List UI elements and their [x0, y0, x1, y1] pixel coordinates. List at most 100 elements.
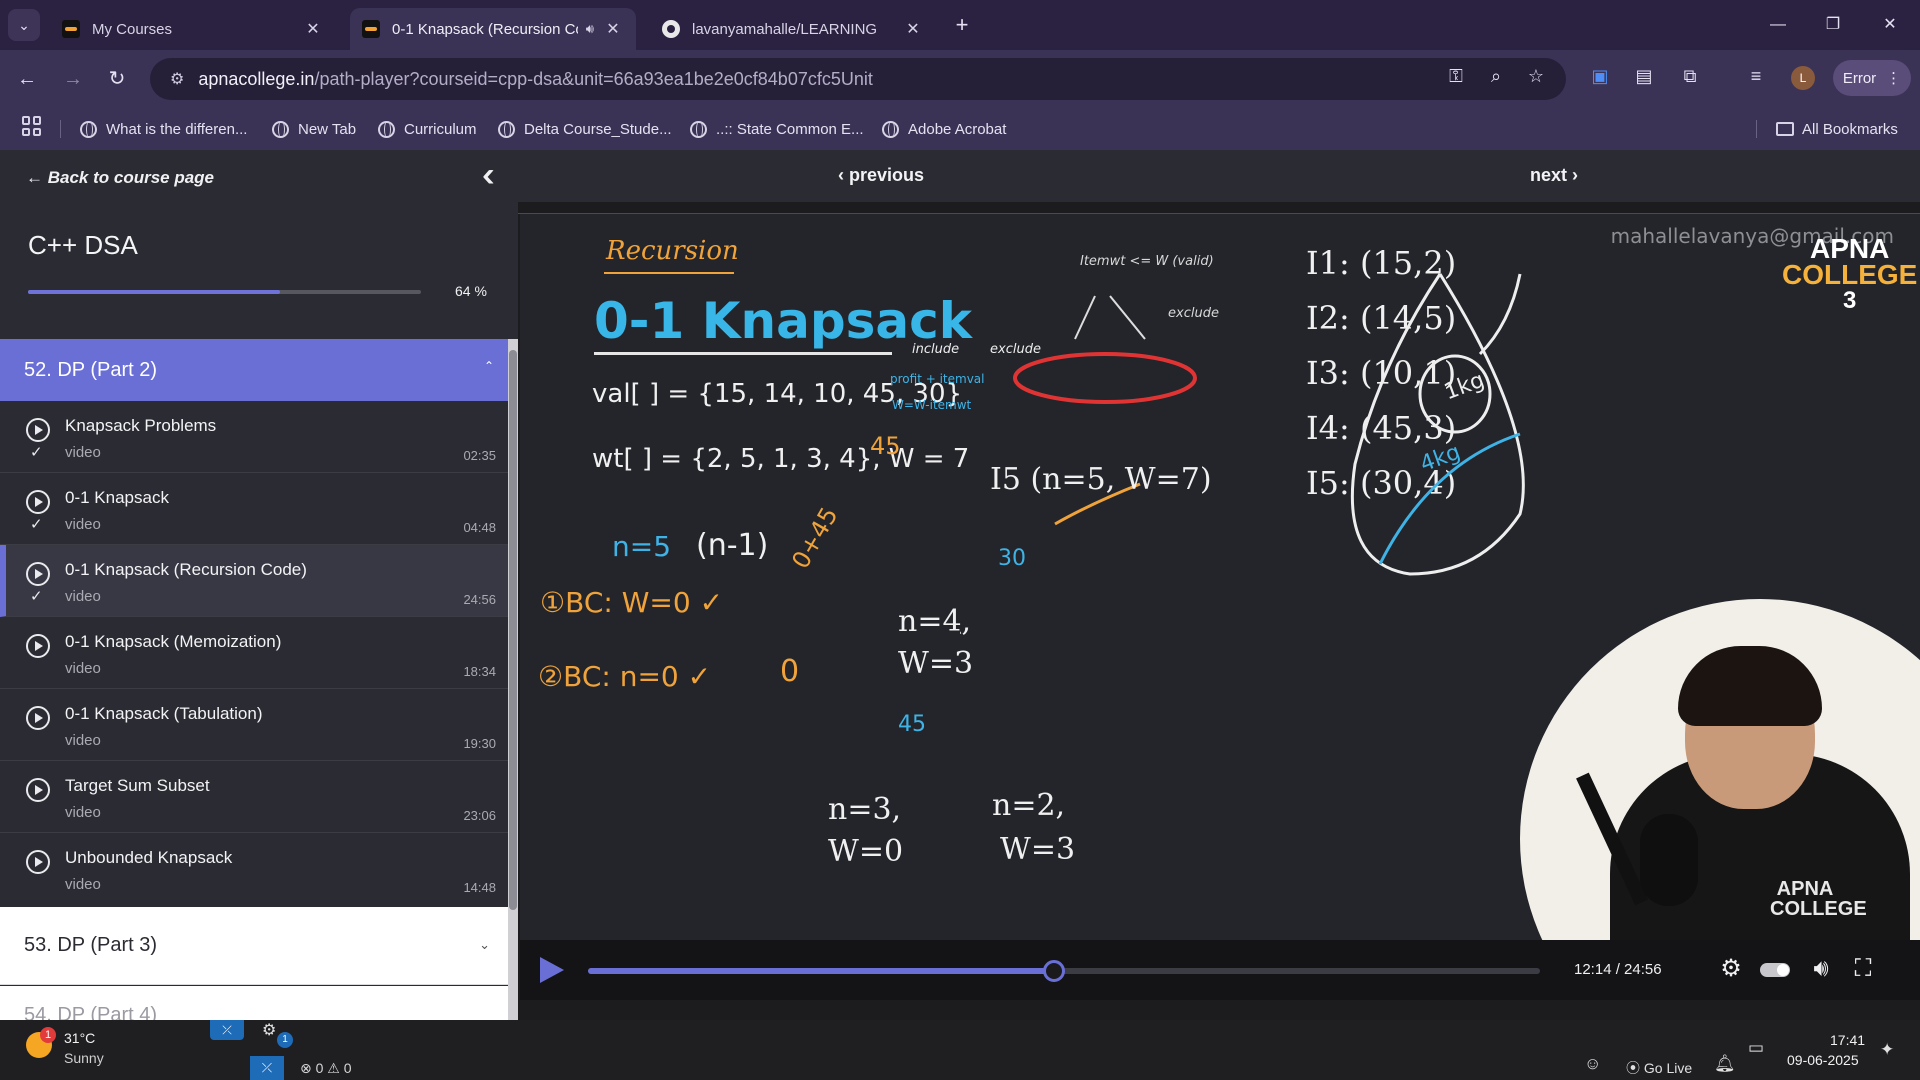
- settings-gear-icon[interactable]: ⚙: [1716, 954, 1746, 984]
- extension-doc-icon[interactable]: ▣: [1586, 62, 1614, 90]
- section-title: 53. DP (Part 3): [24, 934, 158, 956]
- clock-time: 17:41: [1830, 1032, 1866, 1048]
- remote-status-button[interactable]: ⤫: [250, 1056, 284, 1080]
- lesson-item[interactable]: Knapsack Problems ✓ video 02:35: [0, 401, 508, 473]
- site-info-icon[interactable]: ⚙: [170, 69, 184, 89]
- lesson-item[interactable]: Unbounded Knapsack video 14:48: [0, 833, 508, 905]
- lesson-title: Target Sum Subset: [65, 776, 210, 795]
- lesson-item[interactable]: 0-1 Knapsack (Memoization) video 18:34: [0, 617, 508, 689]
- bookmark-item[interactable]: Adobe Acrobat: [882, 116, 1006, 142]
- bookmark-item[interactable]: New Tab: [272, 116, 356, 142]
- speaker-icon[interactable]: 🔊︎: [586, 21, 594, 37]
- profile-avatar[interactable]: L: [1791, 66, 1815, 90]
- extension-folder-icon[interactable]: ▤: [1630, 62, 1658, 90]
- bookmark-item[interactable]: ..:: State Common E...: [690, 116, 864, 142]
- close-icon[interactable]: ✕: [302, 19, 324, 39]
- notification-bell-icon[interactable]: 🔔︎: [1714, 1054, 1736, 1074]
- bookmark-item[interactable]: Delta Course_Stude...: [498, 116, 672, 142]
- tab-my-courses[interactable]: My Courses ✕: [50, 8, 336, 50]
- course-sidebar: ← Back to course page ‹‹ C++ DSA 64 % 52…: [0, 150, 518, 1020]
- previous-label: previous: [849, 165, 925, 185]
- next-label: next: [1530, 165, 1568, 185]
- autoplay-toggle-icon[interactable]: [1760, 963, 1790, 977]
- course-title: C++ DSA: [28, 230, 138, 260]
- tab-strip: ⌄ My Courses ✕ 0-1 Knapsack (Recursion C…: [0, 0, 1920, 50]
- next-lesson-link[interactable]: next ›: [1530, 165, 1578, 186]
- tab-github-learning[interactable]: lavanyamahalle/LEARNING ✕: [650, 8, 936, 50]
- close-window-button[interactable]: ✕: [1870, 10, 1910, 40]
- apps-grid-icon[interactable]: [22, 116, 42, 136]
- play-circle-icon: [26, 490, 50, 514]
- remote-indicator-icon[interactable]: ⤫: [210, 1020, 244, 1040]
- chevron-up-icon: ⌃: [483, 359, 494, 373]
- video-frame[interactable]: mahallelavanya@gmail.com Recursion 0-1 K…: [520, 214, 1920, 940]
- leaf-left-w: W=0: [828, 834, 904, 869]
- lesson-item-active[interactable]: 0-1 Knapsack (Recursion Code) ✓ video 24…: [0, 545, 508, 617]
- play-circle-icon: [26, 850, 50, 874]
- reload-icon: ↻: [108, 68, 126, 90]
- weather-condition: Sunny: [64, 1050, 104, 1066]
- section-title: 54. DP (Part 4): [24, 1004, 158, 1020]
- bookmark-item[interactable]: Curriculum: [378, 116, 477, 142]
- close-icon[interactable]: ✕: [602, 19, 624, 39]
- collapse-sidebar-icon[interactable]: ‹‹: [482, 158, 512, 192]
- media-queue-icon[interactable]: ≡: [1742, 62, 1770, 90]
- previous-lesson-link[interactable]: ‹ previous: [838, 165, 924, 186]
- new-tab-button[interactable]: +: [949, 12, 975, 38]
- back-to-course-link[interactable]: ← Back to course page: [26, 168, 214, 188]
- play-icon[interactable]: [540, 957, 564, 983]
- value-45: 45: [898, 712, 926, 737]
- sidebar-scrollbar-thumb[interactable]: [509, 350, 517, 910]
- zoom-icon[interactable]: ⌕: [1480, 60, 1512, 92]
- bookmark-star-icon[interactable]: ☆: [1520, 60, 1552, 92]
- go-live-button[interactable]: ⦿ Go Live: [1626, 1058, 1692, 1078]
- all-bookmarks-button[interactable]: All Bookmarks: [1776, 116, 1898, 142]
- error-menu-button[interactable]: Error ⋮: [1833, 60, 1911, 96]
- tab-search-button[interactable]: ⌄: [8, 9, 40, 41]
- lesson-type: video: [65, 660, 101, 677]
- chevron-down-icon: ⌄: [18, 16, 30, 33]
- lesson-title: Knapsack Problems: [65, 416, 217, 435]
- problems-indicator[interactable]: ⊗ 0 ⚠ 0: [300, 1060, 352, 1077]
- section-header-dp-part-2[interactable]: 52. DP (Part 2) ⌃: [0, 339, 508, 401]
- play-circle-icon: [26, 562, 50, 586]
- tab-title: lavanyamahalle/LEARNING: [692, 20, 878, 38]
- lesson-duration: 18:34: [463, 664, 496, 679]
- seek-handle[interactable]: [1042, 960, 1065, 982]
- minimize-button[interactable]: —: [1758, 10, 1798, 40]
- tab-title: My Courses: [92, 20, 173, 38]
- reload-button[interactable]: ↻: [100, 62, 134, 96]
- copilot-icon[interactable]: ☺: [1584, 1054, 1601, 1074]
- password-key-icon[interactable]: ⚿: [1440, 60, 1472, 92]
- lesson-item[interactable]: 0-1 Knapsack (Tabulation) video 19:30: [0, 689, 508, 761]
- volume-icon[interactable]: 🔊︎: [1806, 954, 1836, 984]
- section-header-dp-part-4[interactable]: 54. DP (Part 4): [0, 986, 508, 1020]
- extensions-puzzle-icon[interactable]: ⧉: [1676, 62, 1704, 90]
- profit-note: profit + itemval: [890, 372, 985, 386]
- forward-button[interactable]: →: [56, 62, 90, 96]
- lesson-item[interactable]: 0-1 Knapsack ✓ video 04:48: [0, 473, 508, 545]
- restore-button[interactable]: ❐: [1813, 10, 1853, 40]
- url-path: /path-player?courseid=cpp-dsa&unit=66a93…: [314, 68, 873, 89]
- zero-label: 0: [780, 654, 800, 689]
- notifications-center-icon[interactable]: ✦: [1880, 1040, 1894, 1060]
- battery-icon[interactable]: ▭: [1748, 1038, 1764, 1058]
- back-button[interactable]: ←: [10, 62, 44, 96]
- section-header-dp-part-3[interactable]: 53. DP (Part 3) ⌄: [0, 907, 508, 985]
- seek-bar[interactable]: [588, 960, 1540, 982]
- video-controls: 12:14 / 24:56 ⚙ 🔊︎ ⛶: [520, 940, 1920, 1000]
- tab-knapsack-recursion[interactable]: 0-1 Knapsack (Recursion Co 🔊︎ ✕: [350, 8, 636, 50]
- leaf-left-n: n=3,: [828, 792, 902, 827]
- address-bar[interactable]: ⚙ apnacollege.in/path-player?courseid=cp…: [150, 58, 1566, 100]
- lesson-item[interactable]: Target Sum Subset video 23:06: [0, 761, 508, 833]
- globe-icon: [272, 120, 289, 138]
- bookmarks-divider: [60, 120, 61, 138]
- bookmark-item[interactable]: What is the differen...: [80, 116, 247, 142]
- include-exclude-highlight: [1013, 352, 1197, 404]
- lesson-type: video: [65, 444, 101, 461]
- lesson-type: video: [65, 804, 101, 821]
- fullscreen-icon[interactable]: ⛶: [1848, 954, 1878, 984]
- close-icon[interactable]: ✕: [902, 19, 924, 39]
- course-progress-label: 64 %: [455, 283, 487, 299]
- board-heading: Recursion: [606, 236, 739, 266]
